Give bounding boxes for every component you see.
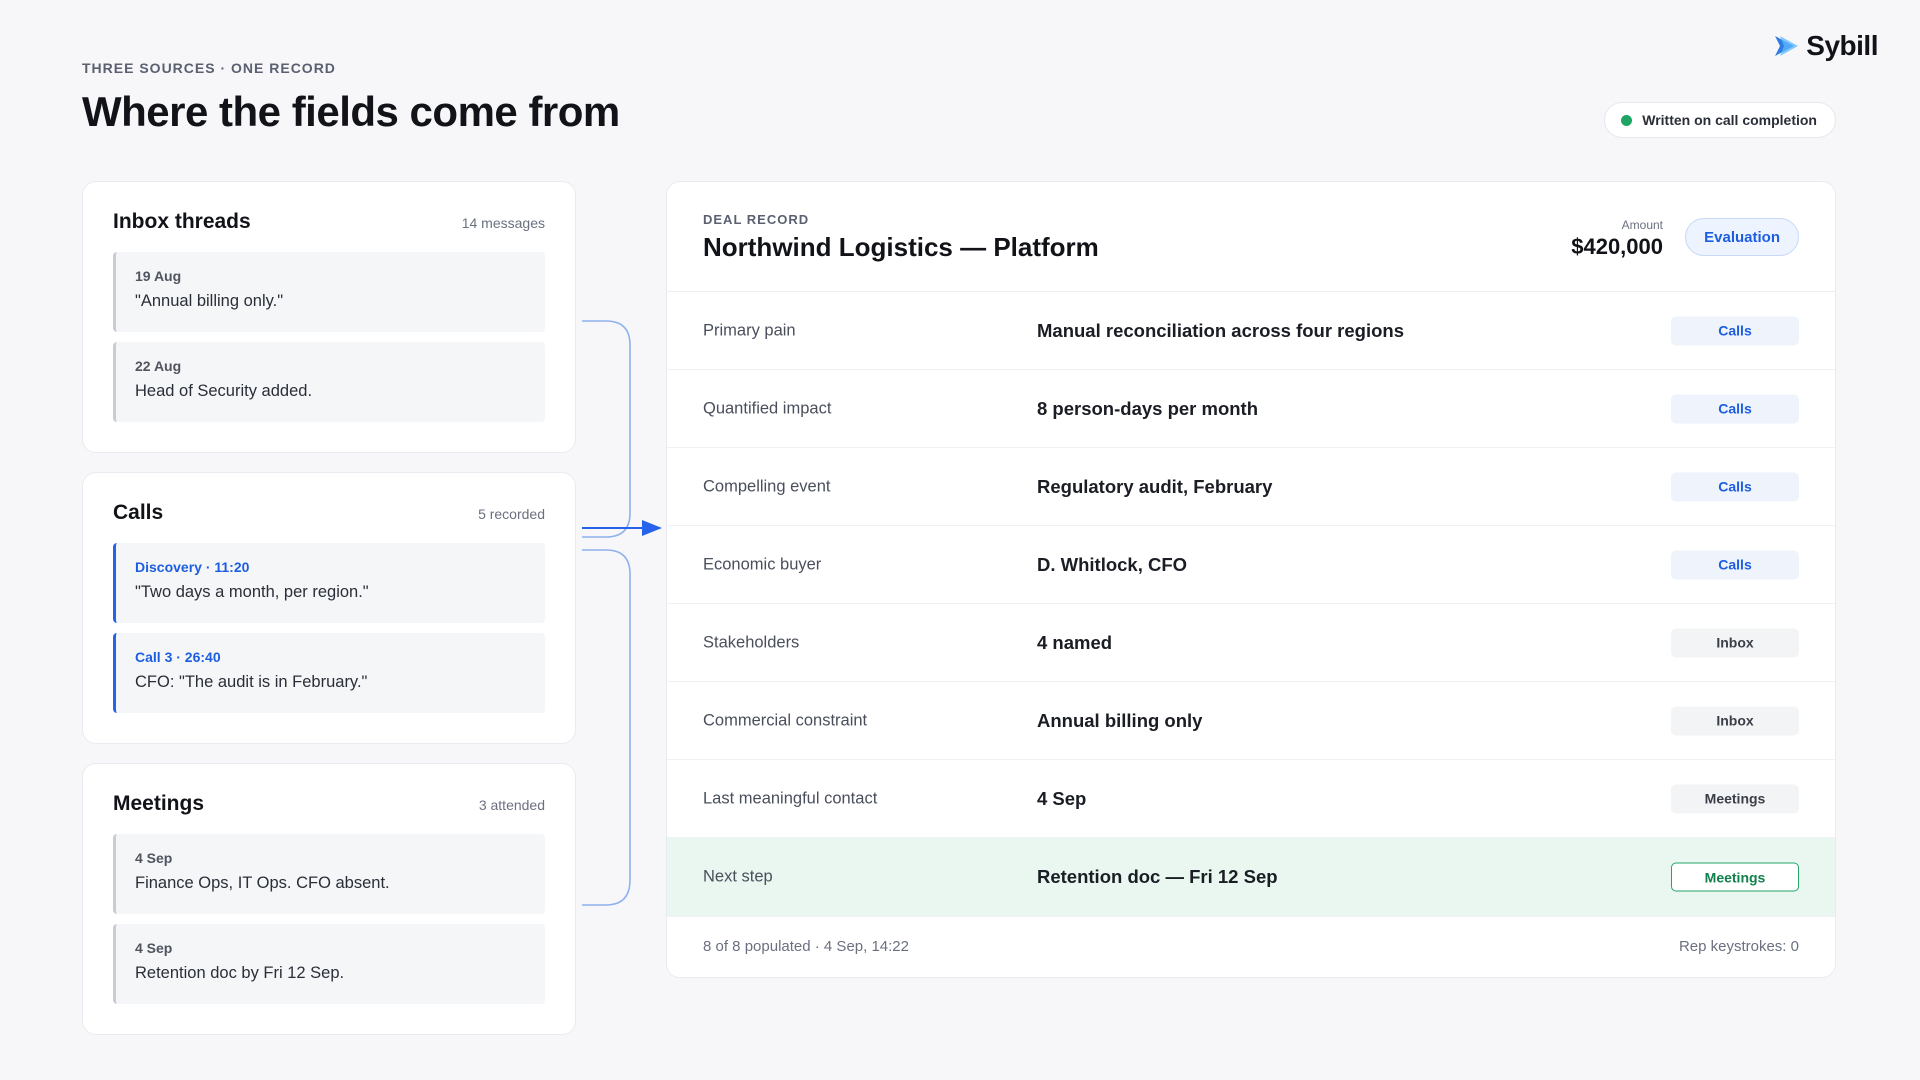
eyebrow: THREE SOURCES · ONE RECORD — [82, 60, 336, 76]
source-tag-active: Meetings — [1671, 862, 1799, 892]
field-value: D. Whitlock, CFO — [1037, 553, 1188, 575]
field-value: 4 Sep — [1037, 787, 1087, 809]
brand-logo: Sybill — [1772, 30, 1878, 62]
source-title: Meetings — [113, 792, 205, 815]
amount-value: $420,000 — [1571, 234, 1663, 259]
source-tag: Meetings — [1671, 784, 1799, 813]
deal-record-card: DEAL RECORD Northwind Logistics — Platfo… — [666, 181, 1836, 978]
source-item-text: CFO: "The audit is in February." — [135, 673, 368, 691]
source-tag: Calls — [1671, 316, 1799, 345]
page-title: Where the fields come from — [82, 88, 620, 135]
source-title: Calls — [113, 501, 164, 524]
source-item-meta: 4 Sep — [135, 940, 173, 956]
source-item-text: "Annual billing only." — [135, 292, 284, 310]
rep-keystrokes: Rep keystrokes: 0 — [1678, 937, 1799, 955]
source-item[interactable]: Discovery · 11:20 "Two days a month, per… — [113, 543, 545, 623]
field-row[interactable]: Commercial constraint Annual billing onl… — [667, 682, 1835, 760]
field-label: Stakeholders — [703, 633, 800, 651]
source-card-inbox: Inbox threads 14 messages 19 Aug "Annual… — [82, 181, 576, 453]
brand-name: Sybill — [1806, 30, 1878, 61]
field-value: Retention doc — Fri 12 Sep — [1037, 866, 1278, 887]
field-value: Regulatory audit, February — [1037, 475, 1273, 497]
source-item-meta: 4 Sep — [135, 850, 173, 866]
source-tag: Inbox — [1671, 706, 1799, 735]
field-value: 4 named — [1037, 631, 1113, 653]
status-text: Written on call completion — [1642, 112, 1817, 128]
field-row[interactable]: Stakeholders 4 named Inbox — [667, 604, 1835, 682]
field-label: Next step — [703, 867, 773, 886]
connector-lines — [582, 320, 662, 906]
deal-title: Northwind Logistics — Platform — [703, 232, 1099, 262]
source-tag: Inbox — [1671, 628, 1799, 657]
source-item-text: Finance Ops, IT Ops. CFO absent. — [135, 874, 390, 892]
field-row[interactable]: Compelling event Regulatory audit, Febru… — [667, 448, 1835, 526]
population-status: 8 of 8 populated · 4 Sep, 14:22 — [703, 937, 909, 955]
source-tag: Calls — [1671, 394, 1799, 423]
field-row[interactable]: Quantified impact 8 person-days per mont… — [667, 370, 1835, 448]
source-item-text: "Two days a month, per region." — [135, 583, 369, 601]
field-label: Commercial constraint — [703, 711, 868, 729]
source-item-meta: 19 Aug — [135, 268, 182, 284]
status-dot-icon — [1621, 114, 1633, 126]
deal-eyebrow: DEAL RECORD — [703, 212, 810, 227]
field-row-highlighted[interactable]: Next step Retention doc — Fri 12 Sep Mee… — [667, 838, 1835, 917]
field-value: Annual billing only — [1037, 709, 1203, 731]
source-item-text: Head of Security added. — [135, 382, 313, 400]
status-badge: Written on call completion — [1604, 102, 1836, 138]
source-item[interactable]: Call 3 · 26:40 CFO: "The audit is in Feb… — [113, 633, 545, 713]
source-tag: Calls — [1671, 550, 1799, 579]
field-label: Economic buyer — [703, 555, 822, 573]
source-count: 5 recorded — [478, 506, 545, 522]
source-tag: Calls — [1671, 472, 1799, 501]
source-item-meta: 22 Aug — [135, 358, 182, 374]
source-item[interactable]: 4 Sep Finance Ops, IT Ops. CFO absent. — [113, 834, 545, 914]
source-item-text: Retention doc by Fri 12 Sep. — [135, 964, 345, 982]
sybill-logo-icon — [1775, 36, 1799, 56]
deal-footer: 8 of 8 populated · 4 Sep, 14:22 Rep keys… — [667, 915, 1835, 977]
field-label: Last meaningful contact — [703, 789, 878, 807]
field-row[interactable]: Primary pain Manual reconciliation acros… — [667, 292, 1835, 370]
source-item[interactable]: 19 Aug "Annual billing only." — [113, 252, 545, 332]
source-item-meta: Discovery · 11:20 — [135, 559, 250, 575]
source-item[interactable]: 22 Aug Head of Security added. — [113, 342, 545, 422]
source-title: Inbox threads — [113, 210, 251, 233]
field-label: Compelling event — [703, 477, 831, 495]
field-value: Manual reconciliation across four region… — [1037, 319, 1405, 341]
arrow-right-icon — [642, 520, 662, 536]
field-value: 8 person-days per month — [1037, 397, 1259, 419]
source-card-calls: Calls 5 recorded Discovery · 11:20 "Two … — [82, 472, 576, 744]
source-count: 3 attended — [478, 797, 545, 813]
source-card-meetings: Meetings 3 attended 4 Sep Finance Ops, I… — [82, 763, 576, 1035]
stage-badge[interactable]: Evaluation — [1685, 218, 1799, 256]
field-label: Quantified impact — [703, 399, 832, 417]
deal-header: DEAL RECORD Northwind Logistics — Platfo… — [667, 182, 1835, 292]
field-row[interactable]: Economic buyer D. Whitlock, CFO Calls — [667, 526, 1835, 604]
amount-label: Amount — [1621, 218, 1663, 232]
source-item[interactable]: 4 Sep Retention doc by Fri 12 Sep. — [113, 924, 545, 1004]
field-label: Primary pain — [703, 321, 796, 339]
source-item-meta: Call 3 · 26:40 — [135, 649, 221, 665]
field-row[interactable]: Last meaningful contact 4 Sep Meetings — [667, 760, 1835, 838]
source-count: 14 messages — [461, 215, 545, 231]
